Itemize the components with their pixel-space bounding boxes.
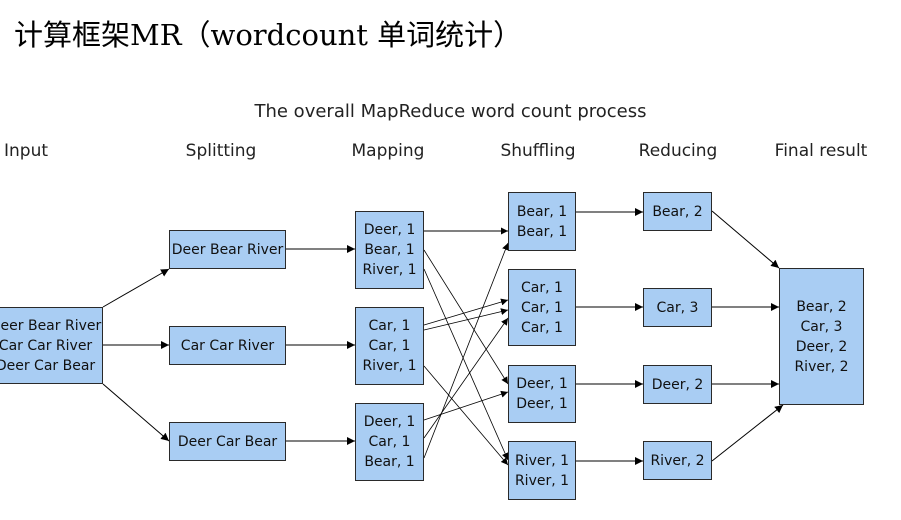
map-box-3: Deer, 1 Car, 1 Bear, 1 <box>355 403 424 481</box>
input-box: Deer Bear River Car Car River Deer Car B… <box>0 307 103 384</box>
shuffle-pair: Car, 1 <box>521 279 563 296</box>
shuffle-pair: Deer, 1 <box>516 376 568 392</box>
input-line: Deer Car Bear <box>0 357 96 374</box>
shuffle-pair: Car, 1 <box>521 299 563 316</box>
shuffle-box-river: River, 1 River, 1 <box>508 441 576 500</box>
map-pair: Car, 1 <box>368 318 411 334</box>
map-pair: Car, 1 <box>368 434 411 450</box>
arrow-map3-car-to-shuffle-car <box>423 317 509 439</box>
reduce-pair: Deer, 2 <box>651 376 704 393</box>
final-result-box: Bear, 2 Car, 3 Deer, 2 River, 2 <box>779 268 864 405</box>
arrow-map3-bear-to-shuffle-bear <box>423 242 509 459</box>
split-box-3: Deer Car Bear <box>169 422 286 461</box>
split-box-2: Car Car River <box>169 326 286 365</box>
reduce-pair: Car, 3 <box>656 299 699 316</box>
shuffle-pair: Bear, 1 <box>516 203 568 220</box>
reduce-pair: Bear, 2 <box>652 203 703 220</box>
map-pair: Bear, 1 <box>364 454 415 470</box>
arrow-map2-car-to-shuffle-car-a <box>423 298 509 326</box>
final-pair: Bear, 2 <box>796 298 847 315</box>
final-pair: River, 2 <box>794 358 849 375</box>
map-pair: Deer, 1 <box>363 222 416 238</box>
map-pair: Car, 1 <box>368 338 411 354</box>
arrow-input-to-split-3 <box>102 383 170 442</box>
shuffle-pair: Bear, 1 <box>516 223 568 240</box>
reduce-box-river: River, 2 <box>643 441 712 480</box>
arrow-input-to-split-1 <box>102 268 170 308</box>
shuffle-box-deer: Deer, 1 Deer, 1 <box>508 365 576 423</box>
map-pair: River, 1 <box>362 358 417 374</box>
flow-arrows <box>102 208 784 466</box>
arrow-reduce-to-final-4 <box>711 404 784 462</box>
shuffle-pair: Car, 1 <box>521 319 563 336</box>
split-box-1: Deer Bear River <box>169 230 286 269</box>
map-pair: Deer, 1 <box>363 414 416 430</box>
final-pair: Car, 3 <box>800 318 843 335</box>
split-line: Deer Car Bear <box>177 433 278 450</box>
split-line: Deer Bear River <box>171 241 284 258</box>
reduce-box-deer: Deer, 2 <box>643 365 712 404</box>
shuffle-box-bear: Bear, 1 Bear, 1 <box>508 192 576 251</box>
input-line: Deer Bear River <box>0 317 102 334</box>
input-line: Car Car River <box>0 337 93 354</box>
reduce-box-car: Car, 3 <box>643 288 712 327</box>
arrow-reduce-to-final-1 <box>711 210 780 269</box>
reduce-pair: River, 2 <box>650 452 705 469</box>
shuffle-pair: Deer, 1 <box>516 396 568 412</box>
shuffle-pair: River, 1 <box>514 472 570 489</box>
map-box-2: Car, 1 Car, 1 River, 1 <box>355 307 424 385</box>
split-line: Car Car River <box>180 337 275 354</box>
shuffle-box-car: Car, 1 Car, 1 Car, 1 <box>508 269 576 346</box>
map-pair: Bear, 1 <box>364 242 415 258</box>
final-pair: Deer, 2 <box>795 338 848 355</box>
map-box-1: Deer, 1 Bear, 1 River, 1 <box>355 211 424 289</box>
map-pair: River, 1 <box>362 262 417 278</box>
arrow-map2-car-to-shuffle-car-b <box>423 308 509 331</box>
reduce-box-bear: Bear, 2 <box>643 192 712 231</box>
shuffle-pair: River, 1 <box>514 452 570 469</box>
